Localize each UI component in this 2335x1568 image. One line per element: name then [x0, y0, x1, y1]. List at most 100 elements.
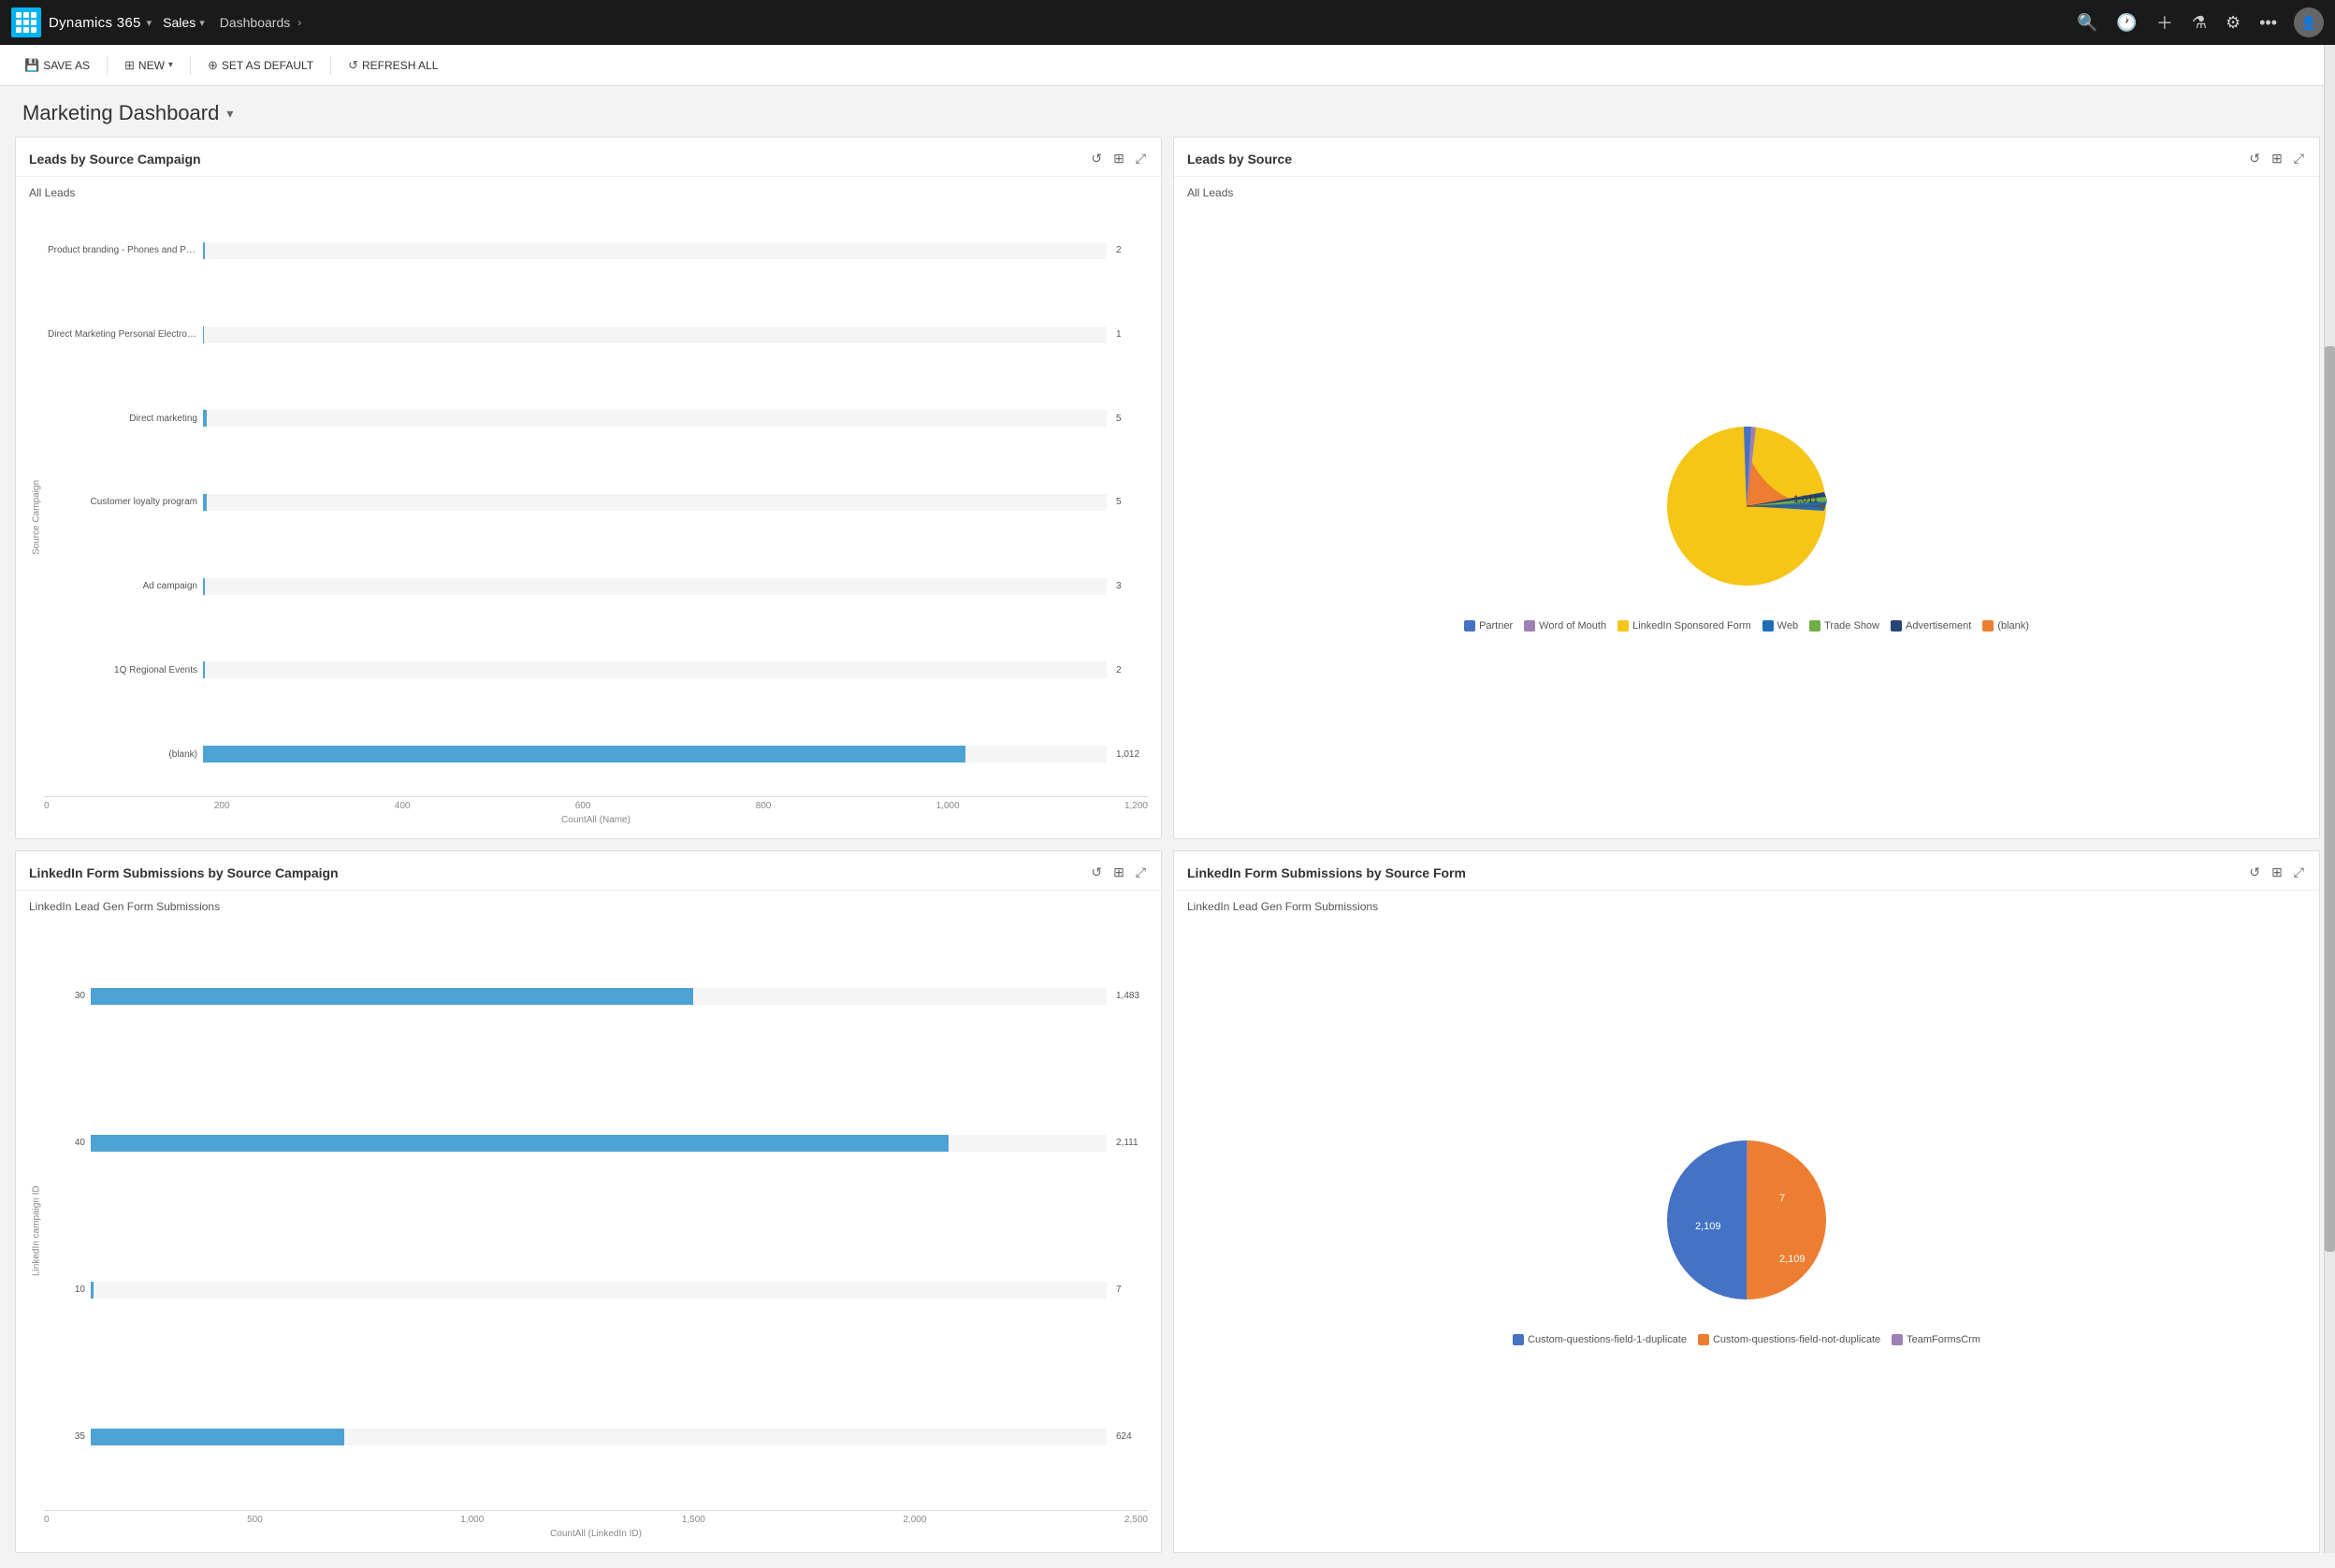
legend-dot	[1617, 620, 1629, 632]
bar-x-tick: 0	[44, 801, 50, 811]
refresh-chart-3[interactable]: ↺	[1089, 863, 1104, 882]
refresh-chart-4[interactable]: ↺	[2247, 863, 2262, 882]
legend-dot	[1809, 620, 1820, 632]
pie-legend-4: Custom-questions-field-1-duplicate Custo…	[1513, 1334, 1980, 1345]
bar-label: Product branding - Phones and Personal..…	[48, 245, 197, 255]
refresh-label: REFRESH ALL	[362, 59, 438, 72]
bar-track	[91, 1282, 1107, 1299]
bar-value: 1,483	[1116, 991, 1144, 1001]
save-as-button[interactable]: 💾 SAVE AS	[15, 54, 99, 77]
pie-chart-4: 2,109 7 2,109 Custom-questions-field-1-d…	[1187, 922, 2306, 1539]
chart-actions-4: ↺ ⊞ ⤢	[2247, 863, 2306, 882]
bar-track	[203, 746, 1107, 762]
leads-source-campaign-title: Leads by Source Campaign	[29, 152, 201, 167]
expand-chart-1[interactable]: ⤢	[1134, 149, 1148, 168]
scrollbar-thumb[interactable]	[2325, 346, 2335, 1251]
bar-value: 2	[1116, 245, 1144, 255]
new-chevron: ▾	[168, 60, 173, 70]
view-chart-1[interactable]: ⊞	[1111, 149, 1126, 168]
leads-source-campaign-body: All Leads Source Campaign Product brandi…	[16, 177, 1161, 838]
expand-chart-3[interactable]: ⤢	[1134, 863, 1148, 882]
leads-source-campaign-subtitle: All Leads	[29, 186, 1148, 199]
view-chart-3[interactable]: ⊞	[1111, 863, 1126, 882]
pie-label-2: 7	[1779, 1193, 1785, 1204]
bar-x-tick: 0	[44, 1515, 50, 1525]
refresh-chart-1[interactable]: ↺	[1089, 149, 1104, 168]
bar-value: 5	[1116, 497, 1144, 507]
legend-dot	[1698, 1334, 1709, 1345]
view-chart-4[interactable]: ⊞	[2270, 863, 2284, 882]
bar-chart-1-inner: Product branding - Phones and Personal..…	[44, 209, 1148, 825]
cmd-sep-1	[107, 56, 108, 75]
bar-track	[203, 578, 1107, 595]
legend-label: Custom-questions-field-not-duplicate	[1713, 1334, 1880, 1345]
scrollbar-track[interactable]	[2324, 45, 2335, 1553]
bar-x-tick: 1,000	[460, 1515, 484, 1525]
chart-actions-3: ↺ ⊞ ⤢	[1089, 863, 1148, 882]
nav-breadcrumb-arrow: ›	[297, 16, 301, 29]
pie-slice-blue	[1667, 1140, 1747, 1299]
nav-breadcrumb[interactable]: Dashboards	[220, 15, 291, 30]
add-icon[interactable]: ＋	[2156, 10, 2173, 35]
nav-brand[interactable]: Dynamics 365	[49, 15, 141, 31]
bar-value: 2	[1116, 665, 1144, 675]
waffle-button[interactable]	[11, 7, 41, 37]
pie-center-value: 1,011	[1793, 494, 1819, 505]
expand-chart-2[interactable]: ⤢	[2292, 149, 2306, 168]
nav-app[interactable]: Sales	[163, 15, 196, 30]
legend-item: Partner	[1464, 620, 1513, 632]
bar-value: 2,111	[1116, 1138, 1144, 1148]
bar-value: 1,012	[1116, 749, 1144, 760]
leads-source-card: Leads by Source ↺ ⊞ ⤢ All Leads	[1173, 137, 2320, 839]
bar-x-tick: 400	[395, 801, 411, 811]
bar-chart-3-ylabel: LinkedIn campaign ID	[29, 922, 44, 1539]
history-icon[interactable]: 🕐	[2116, 13, 2137, 33]
set-default-label: SET AS DEFAULT	[222, 59, 313, 72]
avatar[interactable]: 👤	[2294, 7, 2324, 37]
bar-rows-1: Product branding - Phones and Personal..…	[44, 209, 1148, 796]
filter-icon[interactable]: ⚗	[2192, 13, 2207, 33]
refresh-all-button[interactable]: ↺ REFRESH ALL	[339, 54, 447, 77]
bar-x-tick: 1,000	[936, 801, 960, 811]
legend-item: Custom-questions-field-not-duplicate	[1698, 1334, 1880, 1345]
legend-item: LinkedIn Sponsored Form	[1617, 620, 1751, 632]
linkedin-source-form-header: LinkedIn Form Submissions by Source Form…	[1174, 851, 2319, 891]
bar-x-tick: 500	[247, 1515, 263, 1525]
save-as-label: SAVE AS	[43, 59, 90, 72]
bar-track	[91, 988, 1107, 1005]
bar-x-tick: 1,200	[1124, 801, 1148, 811]
bar-label: 1Q Regional Events	[48, 665, 197, 675]
set-default-button[interactable]: ⊕ SET AS DEFAULT	[198, 54, 323, 77]
search-icon[interactable]: 🔍	[2077, 13, 2097, 33]
cmd-sep-2	[190, 56, 191, 75]
settings-icon[interactable]: ⚙	[2226, 13, 2241, 33]
leads-source-body: All Leads 1,011	[1174, 177, 2319, 838]
bar-x-tick: 800	[756, 801, 772, 811]
page-header: Marketing Dashboard ▾	[0, 86, 2335, 137]
dashboard-grid: Leads by Source Campaign ↺ ⊞ ⤢ All Leads…	[0, 137, 2335, 1568]
view-chart-2[interactable]: ⊞	[2270, 149, 2284, 168]
bar-row: 10 7	[48, 1282, 1144, 1299]
pie-indicator-dot	[1820, 503, 1825, 509]
pie-svg-4: 2,109 7 2,109	[1644, 1117, 1849, 1323]
legend-label: Web	[1777, 620, 1798, 632]
bar-row: Direct marketing 5	[48, 410, 1144, 427]
legend-label: TeamFormsCrm	[1907, 1334, 1980, 1345]
bar-track	[203, 494, 1107, 511]
more-icon[interactable]: •••	[2259, 13, 2277, 33]
page-title-chevron[interactable]: ▾	[226, 106, 233, 122]
bar-row: 30 1,483	[48, 988, 1144, 1005]
expand-chart-4[interactable]: ⤢	[2292, 863, 2306, 882]
bar-track	[203, 410, 1107, 427]
leads-source-campaign-header: Leads by Source Campaign ↺ ⊞ ⤢	[16, 138, 1161, 177]
legend-label: Trade Show	[1824, 620, 1879, 632]
leads-source-campaign-card: Leads by Source Campaign ↺ ⊞ ⤢ All Leads…	[15, 137, 1162, 839]
pie-label-1: 2,109	[1695, 1221, 1721, 1232]
bar-track	[203, 661, 1107, 678]
bar-value: 1	[1116, 329, 1144, 340]
new-button[interactable]: ⊞ NEW ▾	[115, 54, 182, 77]
refresh-chart-2[interactable]: ↺	[2247, 149, 2262, 168]
bar-track	[203, 242, 1107, 259]
bar-value: 7	[1116, 1285, 1144, 1295]
leads-source-header: Leads by Source ↺ ⊞ ⤢	[1174, 138, 2319, 177]
